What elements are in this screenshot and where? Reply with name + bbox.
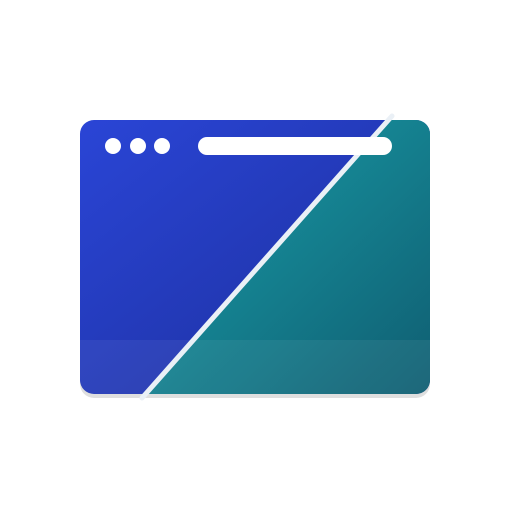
maximize-dot-icon[interactable] bbox=[154, 138, 170, 154]
app-icon-canvas bbox=[0, 0, 512, 512]
minimize-dot-icon[interactable] bbox=[130, 138, 146, 154]
browser-window-split-icon bbox=[80, 113, 430, 401]
close-dot-icon[interactable] bbox=[105, 138, 121, 154]
bottom-sheen bbox=[80, 340, 430, 394]
address-bar[interactable] bbox=[198, 137, 392, 155]
